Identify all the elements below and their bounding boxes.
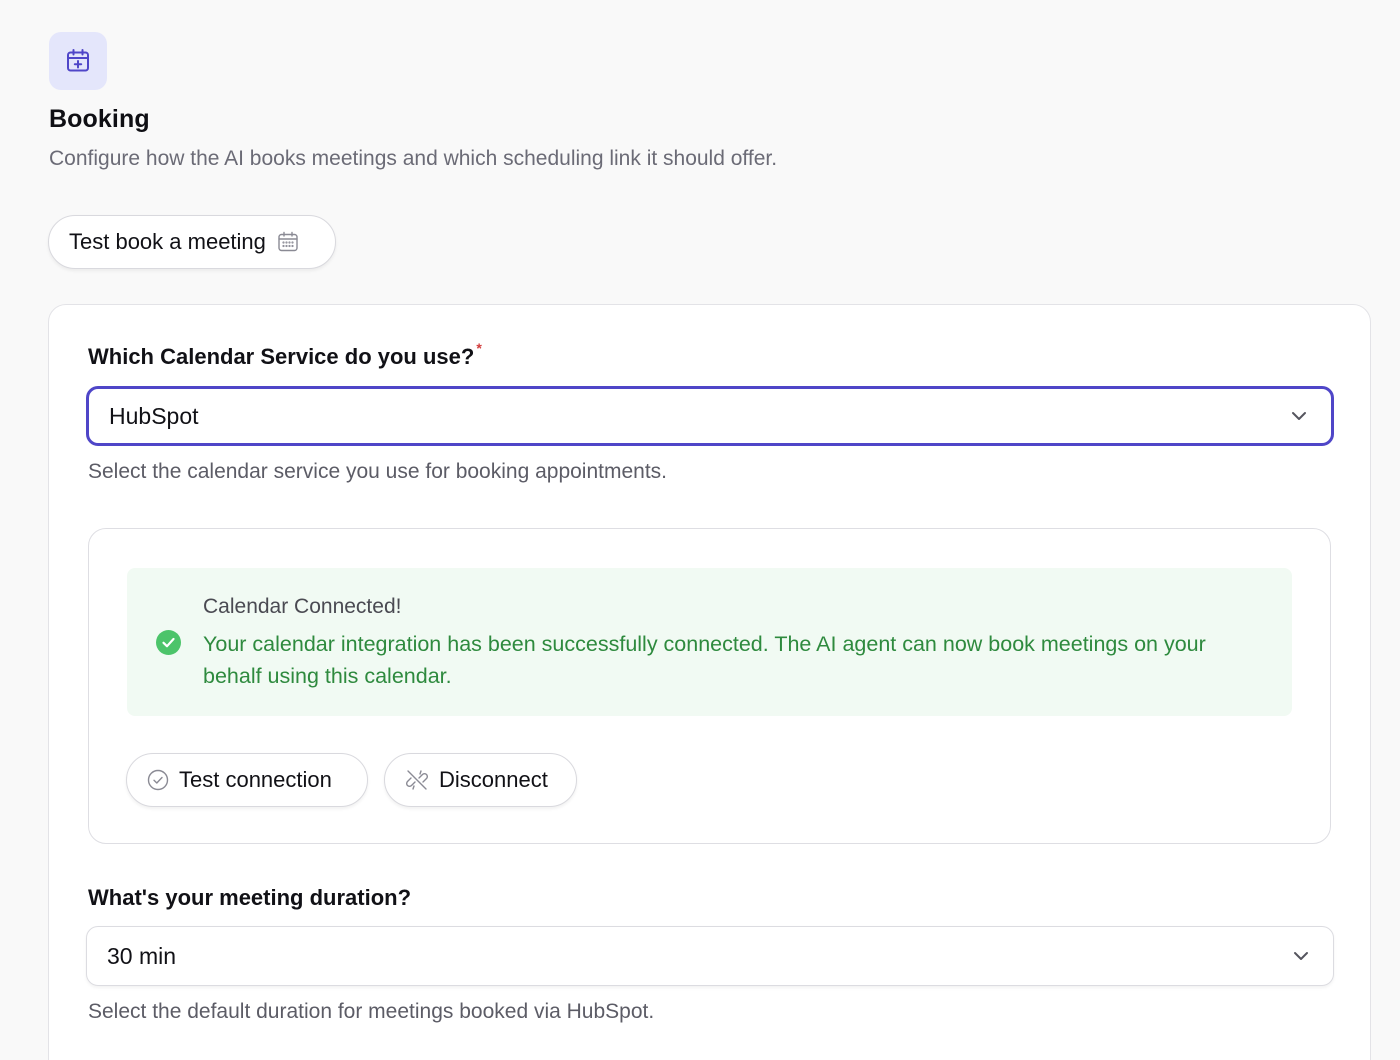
calendar-service-label-text: Which Calendar Service do you use? (88, 344, 475, 369)
chevron-down-icon (1291, 946, 1311, 966)
calendar-plus-icon (49, 32, 107, 90)
alert-message: Your calendar integration has been succe… (203, 632, 1206, 688)
chevron-down-icon (1289, 406, 1309, 426)
check-circle-icon (155, 629, 182, 656)
calendar-service-label: Which Calendar Service do you use? * (88, 340, 482, 370)
calendar-service-helper: Select the calendar service you use for … (88, 460, 668, 483)
meeting-duration-value: 30 min (107, 942, 177, 969)
test-book-meeting-button[interactable]: Test book a meeting (48, 215, 336, 269)
required-marker: * (476, 340, 482, 356)
meeting-duration-label: What's your meeting duration? (88, 885, 412, 910)
unlink-icon (405, 768, 429, 792)
meeting-duration-helper: Select the default duration for meetings… (88, 1000, 655, 1023)
booking-settings-page: Booking Configure how the AI books meeti… (0, 0, 1400, 1060)
calendar-service-value: HubSpot (109, 402, 199, 429)
disconnect-label: Disconnect (439, 767, 548, 792)
disconnect-button[interactable]: Disconnect (384, 753, 577, 807)
calendar-grid-icon (276, 230, 300, 254)
page-subtitle: Configure how the AI books meetings and … (49, 147, 778, 170)
meeting-duration-select[interactable]: 30 min (86, 926, 1334, 986)
page-title: Booking (49, 105, 150, 133)
test-connection-label: Test connection (179, 767, 332, 792)
calendar-service-select[interactable]: HubSpot (86, 386, 1334, 446)
test-connection-button[interactable]: Test connection (126, 753, 368, 807)
test-book-meeting-label: Test book a meeting (69, 229, 266, 254)
check-circle-outline-icon (147, 769, 169, 791)
alert-title: Calendar Connected! (203, 595, 402, 618)
